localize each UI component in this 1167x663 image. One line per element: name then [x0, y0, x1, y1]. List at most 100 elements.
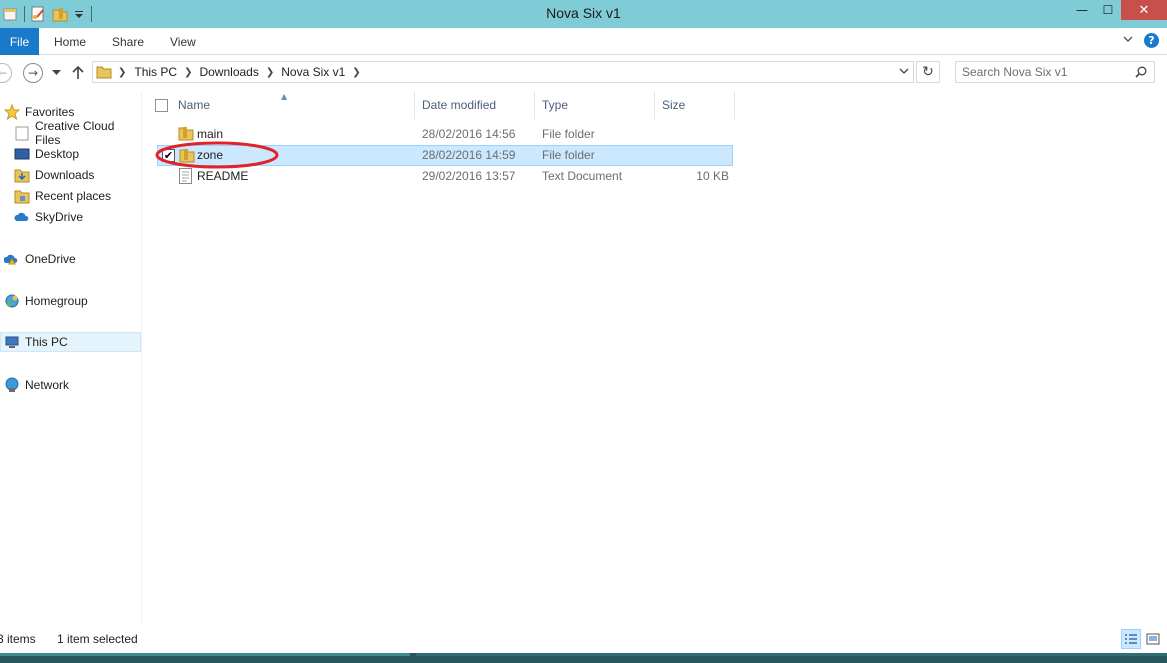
- details-view-icon: [1125, 634, 1137, 644]
- folder-location-icon: [96, 65, 112, 79]
- column-header-type[interactable]: Type: [542, 98, 568, 112]
- window-title: Nova Six v1: [546, 5, 621, 21]
- address-bar[interactable]: ❯ This PC ❯ Downloads ❯ Nova Six v1 ❯: [92, 61, 914, 83]
- file-name: main: [197, 127, 224, 141]
- file-name: zone: [197, 148, 224, 162]
- taskbar-strip: [416, 653, 1167, 656]
- folder-icon: [179, 149, 195, 163]
- file-date: 28/02/2016 14:56: [422, 127, 516, 141]
- column-divider[interactable]: [534, 92, 535, 119]
- nav-skydrive[interactable]: SkyDrive: [14, 207, 83, 227]
- maximize-button[interactable]: ☐: [1095, 0, 1121, 20]
- downloads-folder-icon: [14, 167, 30, 183]
- back-button[interactable]: ←: [0, 62, 14, 84]
- chevron-down-icon: [51, 70, 61, 75]
- file-type: File folder: [542, 127, 595, 141]
- nav-label: Desktop: [35, 147, 80, 161]
- sort-ascending-icon: ▲: [281, 92, 288, 101]
- navigation-pane: Favorites Creative Cloud Files Desktop D…: [0, 92, 142, 625]
- refresh-button[interactable]: ↻: [916, 61, 940, 83]
- refresh-icon: ↻: [922, 64, 934, 80]
- explorer-window: Nova Six v1 — ☐ ✕ File Home Share View ?…: [0, 0, 1167, 663]
- folder-icon: [178, 127, 194, 141]
- nav-desktop[interactable]: Desktop: [14, 144, 79, 164]
- ribbon-tabs: File Home Share View ?: [0, 28, 1167, 55]
- row-checkbox[interactable]: ✔: [162, 149, 175, 162]
- file-size: 10 KB: [696, 169, 729, 183]
- forward-arrow-icon: →: [23, 63, 43, 83]
- file-row-readme[interactable]: README 29/02/2016 13:57 Text Document 10…: [157, 166, 733, 187]
- nav-network[interactable]: Network: [4, 375, 69, 395]
- recent-locations-button[interactable]: [50, 62, 62, 84]
- nav-label: OneDrive: [25, 252, 76, 266]
- file-date: 28/02/2016 14:59: [422, 148, 516, 162]
- nav-label: Homegroup: [25, 294, 88, 308]
- breadcrumb-separator-icon[interactable]: ❯: [184, 67, 192, 78]
- nav-label: Favorites: [25, 105, 75, 119]
- taskbar-strip: [0, 653, 410, 656]
- breadcrumb-this-pc[interactable]: This PC: [134, 65, 177, 79]
- tab-home[interactable]: Home: [54, 35, 86, 49]
- nav-recent-places[interactable]: Recent places: [14, 186, 111, 206]
- column-header-date[interactable]: Date modified: [422, 98, 496, 112]
- up-arrow-icon: [72, 66, 84, 79]
- column-header-size[interactable]: Size: [662, 98, 685, 112]
- tab-view[interactable]: View: [170, 35, 196, 49]
- large-icons-view-button[interactable]: [1143, 629, 1163, 649]
- nav-this-pc[interactable]: This PC: [0, 332, 141, 352]
- breadcrumb-separator-icon[interactable]: ❯: [266, 67, 274, 78]
- nav-label: SkyDrive: [35, 210, 84, 224]
- minimize-button[interactable]: —: [1069, 0, 1095, 20]
- file-type: Text Document: [542, 169, 623, 183]
- network-icon: [4, 377, 20, 393]
- window-controls: — ☐ ✕: [1069, 0, 1167, 22]
- tab-share[interactable]: Share: [112, 35, 144, 49]
- breadcrumb-nova-six[interactable]: Nova Six v1: [281, 65, 345, 79]
- file-name: README: [197, 169, 249, 183]
- search-input[interactable]: [962, 65, 1127, 79]
- up-button[interactable]: [70, 62, 86, 84]
- folder-icon: [14, 125, 30, 141]
- back-arrow-icon: ←: [0, 63, 12, 83]
- help-icon[interactable]: ?: [1144, 33, 1159, 48]
- taskbar-edge: [0, 653, 1167, 663]
- address-dropdown-icon[interactable]: [899, 65, 909, 80]
- nav-downloads[interactable]: Downloads: [14, 165, 94, 185]
- tab-file[interactable]: File: [0, 28, 39, 55]
- file-list-pane: ▲ Name Date modified Type Size main 28/0…: [143, 92, 1167, 625]
- forward-button[interactable]: →: [21, 62, 45, 84]
- select-all-checkbox[interactable]: [155, 99, 168, 112]
- search-icon[interactable]: [1135, 66, 1147, 78]
- column-header-name[interactable]: Name: [178, 98, 210, 112]
- expand-ribbon-icon[interactable]: [1122, 33, 1134, 48]
- nav-homegroup[interactable]: Homegroup: [4, 291, 88, 311]
- details-view-button[interactable]: [1121, 629, 1141, 649]
- recent-places-icon: [14, 188, 30, 204]
- nav-label: Downloads: [35, 168, 95, 182]
- cloud-icon: [14, 209, 30, 225]
- breadcrumb-downloads[interactable]: Downloads: [199, 65, 258, 79]
- status-bar: 3 items 1 item selected: [0, 625, 1167, 653]
- item-count: 3 items: [0, 632, 36, 646]
- column-divider[interactable]: [414, 92, 415, 119]
- large-icons-view-icon: [1146, 633, 1160, 645]
- column-divider[interactable]: [654, 92, 655, 119]
- onedrive-icon: [3, 251, 20, 267]
- file-row-main[interactable]: main 28/02/2016 14:56 File folder: [157, 124, 733, 145]
- desktop-icon: [14, 146, 30, 162]
- computer-icon: [4, 334, 20, 350]
- nav-label: Recent places: [35, 189, 112, 203]
- nav-label: Creative Cloud Files: [35, 119, 115, 147]
- search-box[interactable]: [955, 61, 1155, 83]
- title-bar: Nova Six v1 — ☐ ✕: [0, 0, 1167, 28]
- close-button[interactable]: ✕: [1121, 0, 1167, 20]
- file-type: File folder: [542, 148, 595, 162]
- breadcrumb-separator-icon[interactable]: ❯: [118, 67, 126, 78]
- file-row-zone[interactable]: ✔ zone 28/02/2016 14:59 File folder: [157, 145, 733, 166]
- file-date: 29/02/2016 13:57: [422, 169, 516, 183]
- nav-creative-cloud[interactable]: Creative Cloud Files: [14, 119, 141, 147]
- nav-onedrive[interactable]: OneDrive: [3, 249, 76, 269]
- selection-count: 1 item selected: [57, 632, 138, 646]
- breadcrumb-separator-icon[interactable]: ❯: [352, 67, 360, 78]
- column-divider[interactable]: [734, 92, 735, 119]
